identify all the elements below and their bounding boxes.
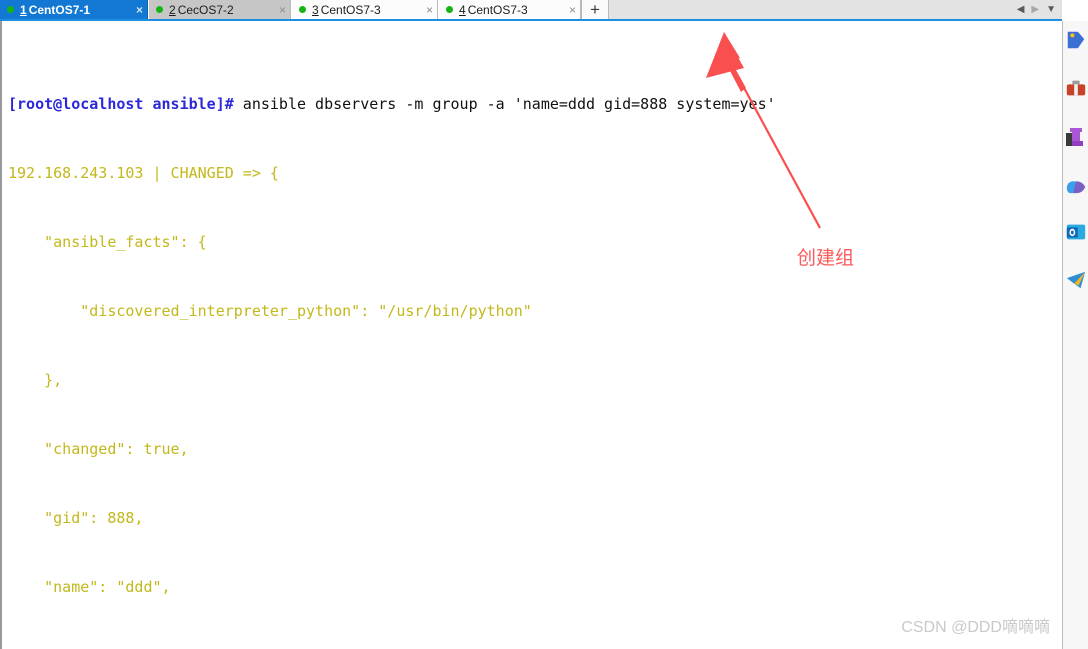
tab-scroll-left-icon[interactable]: ◀ — [1017, 4, 1025, 15]
telegram-icon[interactable] — [1065, 269, 1087, 291]
tab-cecos7-2[interactable]: 2 CecOS7-2 × — [148, 0, 291, 19]
tab-label: CentOS7-1 — [28, 2, 91, 17]
shell-command: ansible dbservers -m group -a 'name=ddd … — [233, 95, 776, 113]
tab-bar-filler — [609, 0, 1062, 19]
terminal-line: "name": "ddd", — [8, 578, 171, 596]
terminal-line: [root@localhost ansible]# ansible dbserv… — [8, 93, 776, 116]
terminal-line: 192.168.243.103 | CHANGED => { — [8, 164, 279, 182]
close-icon[interactable]: × — [565, 4, 576, 16]
annotation-label: 创建组 — [797, 248, 855, 269]
toolbox-icon[interactable] — [1065, 77, 1087, 99]
chess-rook-icon[interactable] — [1065, 125, 1087, 147]
tab-label: CentOS7-3 — [320, 2, 381, 17]
tab-bar-navigation: ◀ ▶ ▼ — [1010, 0, 1062, 19]
green-status-dot — [156, 6, 163, 13]
tab-index: 1 — [20, 2, 27, 17]
terminal-app-window: 1 CentOS7-1 × 2 CecOS7-2 × 3 CentOS7-3 ×… — [0, 0, 1088, 649]
tab-bar: 1 CentOS7-1 × 2 CecOS7-2 × 3 CentOS7-3 ×… — [0, 0, 1062, 21]
desktop-icon-strip — [1062, 21, 1088, 649]
terminal-text: [root@localhost ansible]# ansible dbserv… — [8, 24, 776, 649]
new-tab-button[interactable]: + — [581, 0, 609, 19]
onedrive-icon[interactable] — [1065, 173, 1087, 195]
terminal-line: "state": "present", — [8, 645, 776, 649]
close-icon[interactable]: × — [132, 4, 143, 16]
terminal-line: "ansible_facts": { — [8, 233, 207, 251]
green-status-dot — [446, 6, 453, 13]
outlook-icon[interactable] — [1065, 221, 1087, 243]
tab-index: 3 — [312, 2, 319, 17]
tab-centos7-1[interactable]: 1 CentOS7-1 × — [0, 0, 148, 19]
tab-centos7-3-b[interactable]: 4 CentOS7-3 × — [438, 0, 581, 19]
tag-icon[interactable] — [1065, 29, 1087, 51]
green-status-dot — [7, 6, 14, 13]
tab-label: CecOS7-2 — [177, 2, 234, 17]
green-status-dot — [299, 6, 306, 13]
tab-list-dropdown-icon[interactable]: ▼ — [1046, 4, 1056, 15]
close-icon[interactable]: × — [422, 4, 433, 16]
watermark: CSDN @DDD嘀嘀嘀 — [901, 619, 1050, 636]
close-icon[interactable]: × — [275, 4, 286, 16]
terminal-line: "changed": true, — [8, 440, 189, 458]
tab-index: 2 — [169, 2, 176, 17]
terminal-line: "discovered_interpreter_python": "/usr/b… — [8, 302, 532, 320]
terminal-line: }, — [8, 371, 63, 389]
terminal-output-area[interactable]: [root@localhost ansible]# ansible dbserv… — [0, 21, 1045, 649]
tab-index: 4 — [459, 2, 466, 17]
tab-label: CentOS7-3 — [467, 2, 528, 17]
tab-centos7-3-a[interactable]: 3 CentOS7-3 × — [291, 0, 438, 19]
shell-prompt: [root@localhost ansible]# — [8, 95, 234, 113]
tab-scroll-right-icon[interactable]: ▶ — [1031, 4, 1039, 15]
terminal-line: "gid": 888, — [8, 509, 144, 527]
